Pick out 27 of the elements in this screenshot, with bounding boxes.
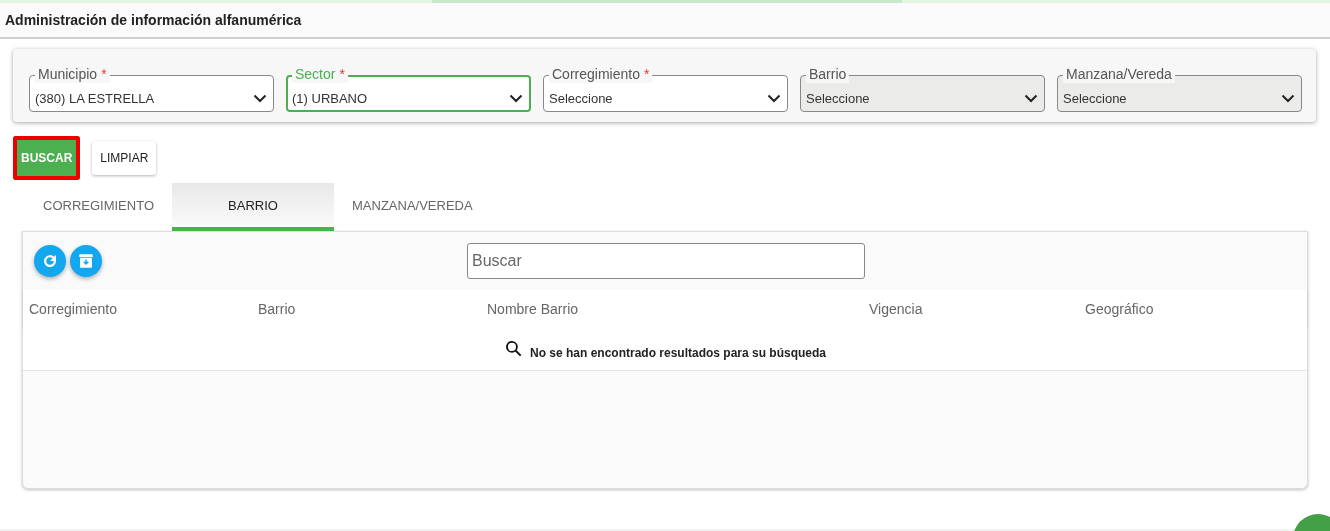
tab[interactable]: BARRIO (172, 183, 334, 231)
field-label: Manzana/Vereda (1063, 66, 1175, 83)
chevron-down-icon (509, 94, 523, 103)
archive-button[interactable] (70, 245, 102, 277)
column-header: Barrio (258, 300, 297, 317)
archive-icon (77, 252, 95, 270)
column-header: Corregimiento (29, 300, 118, 317)
search-icon (503, 338, 524, 359)
column-header: Vigencia (869, 300, 924, 317)
chevron-down-icon (253, 94, 267, 103)
chevron-down-icon (1024, 94, 1038, 103)
field-label: Corregimiento * (549, 66, 653, 83)
field-label: Barrio (806, 66, 850, 83)
search-field[interactable]: Buscar (467, 243, 865, 279)
chevron-down-icon (1281, 94, 1295, 103)
column-header: Geográfico (1085, 300, 1155, 317)
tab[interactable]: CORREGIMIENTO (25, 183, 172, 231)
tab[interactable]: MANZANA/VEREDA (334, 183, 491, 231)
refresh-button[interactable] (34, 245, 66, 277)
refresh-icon (41, 252, 59, 270)
clear-button[interactable]: LIMPIAR (92, 141, 157, 175)
page-title: Administración de información alfanumérica (5, 12, 302, 28)
empty-message: No se han encontrado resultados para su búsqueda (529, 346, 827, 360)
field-label: Sector * (292, 66, 348, 83)
field-label: Municipio * (35, 66, 110, 83)
column-header: Nombre Barrio (487, 300, 580, 317)
chevron-down-icon (767, 94, 781, 103)
